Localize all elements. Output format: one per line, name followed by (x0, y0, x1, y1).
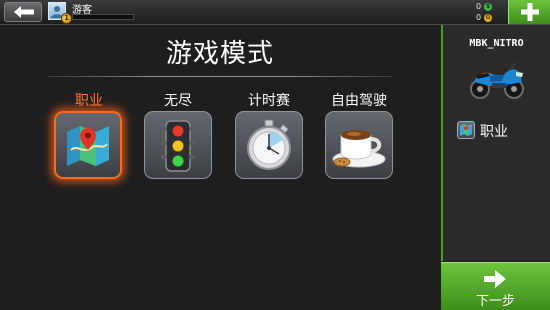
mode-tile-endless[interactable] (144, 111, 212, 179)
add-currency-button[interactable] (508, 0, 550, 24)
traffic-light-icon (161, 120, 195, 172)
gold-counter: 0G (476, 13, 493, 22)
top-bar: 1 游客 0 $ 0G (0, 0, 550, 25)
stopwatch-icon (247, 119, 291, 170)
back-button[interactable] (4, 2, 42, 22)
folded-map-icon (460, 124, 472, 136)
xp-bar (72, 14, 134, 20)
mode-tile-career[interactable] (54, 111, 122, 179)
title-divider (48, 76, 393, 77)
cash-icon: $ (484, 2, 493, 11)
selected-mode-label: 职业 (480, 124, 508, 140)
mode-tile-time-trial[interactable] (235, 111, 303, 179)
mode-label-endless[interactable]: 无尽 (133, 90, 223, 110)
page-title: 游戏模式 (165, 39, 274, 69)
cash-counter: 0 $ (476, 2, 493, 11)
mode-label-career[interactable]: 职业 (44, 90, 134, 110)
vehicle-name: MBK_NITRO (469, 38, 524, 49)
back-arrow-icon (14, 6, 34, 18)
next-button[interactable]: 下一步 (441, 262, 550, 310)
plus-icon (521, 3, 539, 21)
arrow-right-icon (484, 270, 506, 288)
folded-map-icon (67, 126, 109, 166)
motorbike-icon[interactable] (468, 58, 526, 100)
mode-label-free-ride[interactable]: 自由驾驶 (314, 90, 404, 110)
mode-label-time-trial[interactable]: 计时赛 (224, 90, 314, 110)
coffee-cup-icon (332, 130, 386, 168)
cash-value: 0 (476, 2, 482, 11)
vehicle-panel: MBK_NITRO 职业 (441, 25, 550, 261)
gold-value: 0 (476, 13, 482, 22)
next-button-label: 下一步 (475, 294, 515, 309)
selected-mode-icon (457, 121, 475, 139)
level-badge: 1 (61, 13, 72, 24)
gold-coin-icon: G (484, 13, 493, 22)
mode-tile-free-ride[interactable] (325, 111, 393, 179)
